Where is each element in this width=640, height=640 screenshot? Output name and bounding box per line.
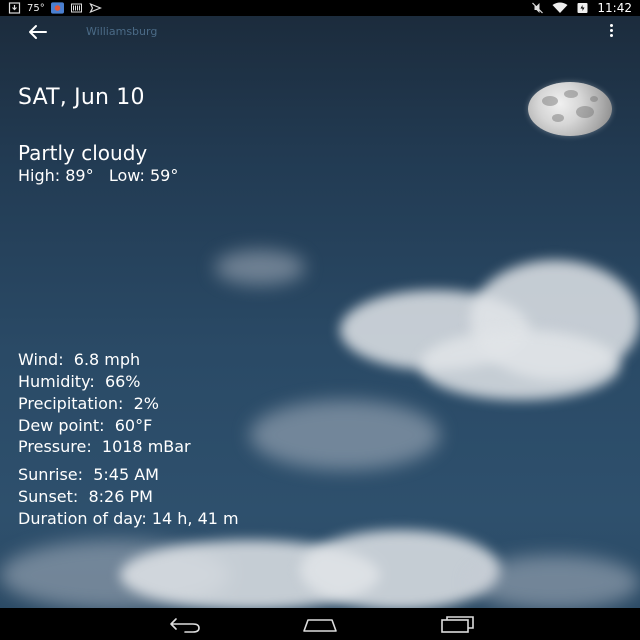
send-notification-icon [88,2,102,14]
weather-condition: Partly cloudy [18,141,148,165]
moon-icon [528,82,612,136]
sunrise-detail: Sunrise: 5:45 AM [18,465,159,484]
wind-detail: Wind: 6.8 mph [18,350,141,369]
weather-screen: 75° 11:42 Williamsburg SAT, Jun 10 Partl… [0,0,640,640]
mute-icon [532,2,544,14]
nav-back-icon[interactable] [163,614,203,634]
back-arrow-icon[interactable] [24,20,52,44]
wifi-icon [552,2,568,13]
forecast-date: SAT, Jun 10 [18,85,145,110]
high-low-temperature: High: 89° Low: 59° [18,166,179,185]
weather-app-notification-icon [50,2,64,14]
status-clock: 11:42 [597,1,632,15]
pressure-detail: Pressure: 1018 mBar [18,437,191,456]
status-temperature: 75° [27,2,45,14]
download-notification-icon [8,2,21,14]
status-bar: 75° 11:42 [0,0,640,16]
battery-icon [577,3,588,13]
more-vert-icon[interactable] [606,22,616,42]
day-duration-detail: Duration of day: 14 h, 41 m [18,509,239,528]
location-title: Williamsburg [86,25,158,38]
sunset-detail: Sunset: 8:26 PM [18,487,153,506]
humidity-detail: Humidity: 66% [18,372,141,391]
system-navigation-bar [0,608,640,640]
dew-point-detail: Dew point: 60°F [18,416,153,435]
nav-recents-icon[interactable] [438,614,478,634]
app-bar: Williamsburg [0,16,640,48]
barcode-notification-icon [70,3,82,13]
precipitation-detail: Precipitation: 2% [18,394,159,413]
nav-home-icon[interactable] [300,614,340,634]
